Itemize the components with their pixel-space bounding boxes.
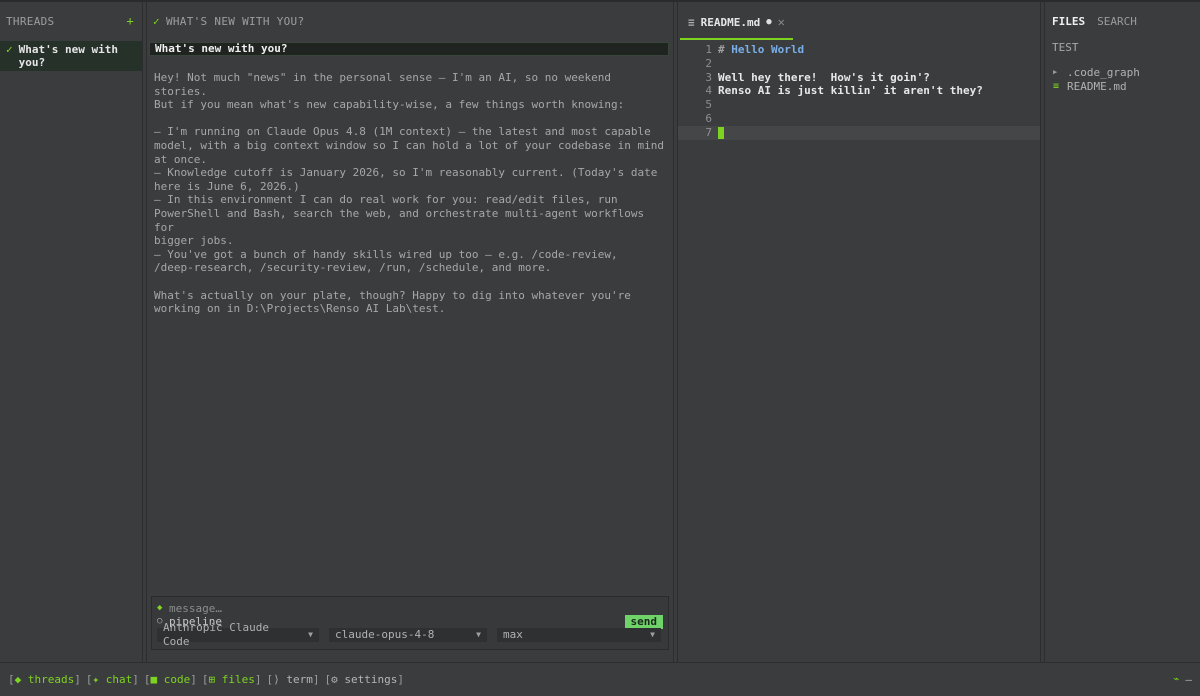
tab-files[interactable]: FILES <box>1052 15 1085 28</box>
line-number: 1 <box>705 43 712 56</box>
thread-item-title: What's new with you? <box>18 43 118 69</box>
file-tree-item[interactable]: ≡ README.md <box>1053 80 1200 94</box>
text-cursor <box>718 126 724 139</box>
diamond-icon: ◆ <box>157 603 163 613</box>
statusbar-files[interactable]: [⊞ files] <box>202 673 262 686</box>
heading-text: Hello World <box>731 43 805 56</box>
heading-hash: # <box>718 43 725 56</box>
check-icon: ✓ <box>6 43 13 56</box>
selected-thread-title: What's new with you? <box>149 42 669 56</box>
message-row[interactable]: ◆ message… <box>157 602 663 615</box>
minimize-icon[interactable]: – <box>1185 673 1192 686</box>
editor-tab-strip: ≡ README.md ● ✕ <box>678 2 1040 40</box>
composer: ◆ message… ○ pipeline send Anthropic Cla… <box>151 596 669 650</box>
status-bar: [◆ threads] [✦ chat] [■ code] [⊞ files] … <box>0 662 1200 696</box>
line-number: 4 <box>705 84 712 98</box>
project-root-label: TEST <box>1052 41 1079 54</box>
caret-down-icon: ▼ <box>476 630 481 639</box>
tab-search[interactable]: SEARCH <box>1097 15 1137 28</box>
caret-down-icon: ▼ <box>308 630 313 639</box>
tab-readme[interactable]: ≡ README.md ● ✕ <box>680 6 793 40</box>
code-line[interactable]: 2 <box>678 57 1040 71</box>
threads-icon: ◆ <box>14 673 22 686</box>
assistant-message: Hey! Not much "news" in the personal sen… <box>154 71 664 316</box>
file-tree: ▶ .code_graph ≡ README.md <box>1045 66 1200 93</box>
model-select-value: claude-opus-4-8 <box>335 628 435 641</box>
chat-title: WHAT'S NEW WITH YOU? <box>165 14 305 28</box>
file-tree-item-name: README.md <box>1067 79 1127 93</box>
chat-pane: ✓ WHAT'S NEW WITH YOU? What's new with y… <box>146 2 674 662</box>
file-tree-item[interactable]: ▶ .code_graph <box>1053 66 1200 80</box>
model-select[interactable]: claude-opus-4-8 ▼ <box>329 628 487 642</box>
composer-selects: Anthropic Claude Code ▼ claude-opus-4-8 … <box>157 621 663 648</box>
folder-collapsed-icon: ▶ <box>1053 68 1058 76</box>
line-text: Well hey there! How's it goin'? <box>718 70 930 84</box>
threads-pane: THREADS + ✓ What's new with you? <box>0 2 143 662</box>
add-thread-icon[interactable]: + <box>126 14 136 28</box>
terminal-icon: ⟩ <box>273 673 280 686</box>
code-line[interactable]: 5 <box>678 98 1040 112</box>
statusbar-code[interactable]: [■ code] <box>144 673 197 686</box>
statusbar-term[interactable]: [⟩ term] <box>266 673 319 686</box>
line-number: 6 <box>705 111 712 125</box>
files-tabs: FILES SEARCH <box>1045 2 1200 40</box>
caret-down-icon: ▼ <box>650 630 655 639</box>
statusbar-chat[interactable]: [✦ chat] <box>86 673 139 686</box>
statusbar-right: ⌁ – <box>1173 673 1192 686</box>
send-button[interactable]: send <box>624 614 663 629</box>
editor-pane: ≡ README.md ● ✕ 1 # Hello World 2 3 Well… <box>677 2 1041 662</box>
check-icon: ✓ <box>153 14 160 28</box>
statusbar-threads[interactable]: [◆ threads] <box>8 673 81 686</box>
provider-select-value: Anthropic Claude Code <box>163 621 269 648</box>
code-line[interactable]: 1 # Hello World <box>678 43 1040 57</box>
app-window: THREADS + ✓ What's new with you? ✓ WHAT'… <box>0 0 1200 696</box>
effort-select[interactable]: max ▼ <box>497 628 661 642</box>
message-input[interactable]: message… <box>169 602 222 615</box>
files-icon: ⊞ <box>208 673 216 686</box>
chat-header: ✓ WHAT'S NEW WITH YOU? <box>147 2 673 40</box>
line-number: 7 <box>705 125 712 139</box>
line-text: Renso AI is just killin' it aren't they? <box>718 84 983 98</box>
code-icon: ■ <box>150 673 158 686</box>
code-editor[interactable]: 1 # Hello World 2 3 Well hey there! How'… <box>678 43 1040 140</box>
line-text: # Hello World <box>718 43 804 57</box>
code-line[interactable]: 3 Well hey there! How's it goin'? <box>678 71 1040 85</box>
threads-header: THREADS + <box>0 2 142 40</box>
document-icon: ≡ <box>688 15 695 29</box>
provider-select[interactable]: Anthropic Claude Code ▼ <box>157 621 319 648</box>
effort-select-value: max <box>503 628 523 641</box>
code-line[interactable]: 4 Renso AI is just killin' it aren't the… <box>678 84 1040 98</box>
signal-icon: ⌁ <box>1173 674 1180 685</box>
markdown-file-icon: ≡ <box>1053 80 1060 92</box>
line-number: 2 <box>705 56 712 70</box>
statusbar-settings[interactable]: [⚙ settings] <box>324 673 403 686</box>
thread-item[interactable]: ✓ What's new with you? <box>0 41 142 71</box>
modified-dot-icon: ● <box>766 17 772 27</box>
file-tree-item-name: .code_graph <box>1067 66 1140 79</box>
files-pane: FILES SEARCH TEST ▶ .code_graph ≡ README… <box>1044 2 1200 662</box>
close-tab-icon[interactable]: ✕ <box>778 15 785 29</box>
tab-label: README.md <box>700 15 761 29</box>
gear-icon: ⚙ <box>331 673 338 686</box>
line-number: 3 <box>705 70 712 84</box>
threads-title: THREADS <box>6 14 55 28</box>
chat-icon: ✦ <box>92 673 100 686</box>
line-number: 5 <box>705 98 712 112</box>
code-line[interactable]: 6 <box>678 112 1040 126</box>
active-code-line[interactable]: 7 <box>678 125 1040 140</box>
